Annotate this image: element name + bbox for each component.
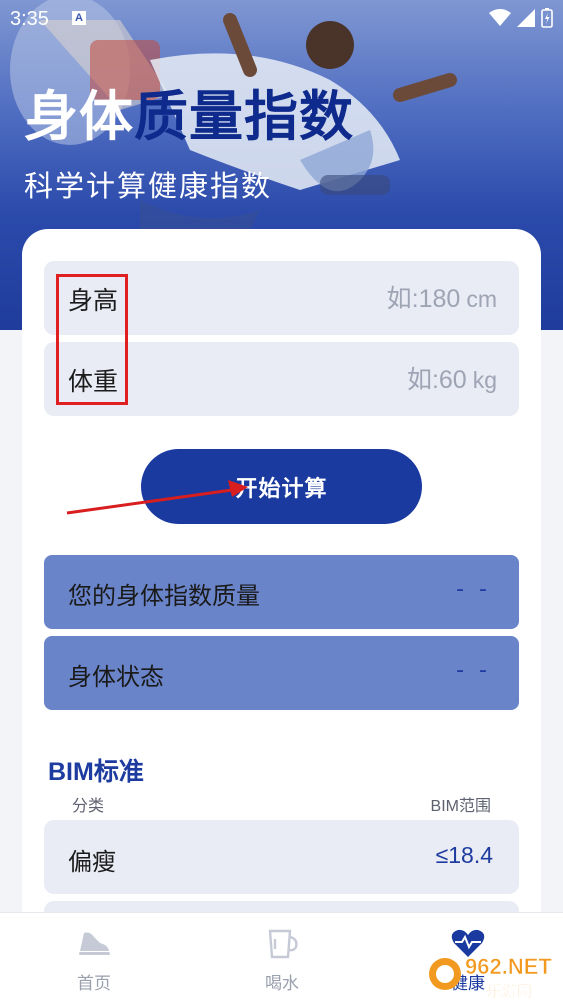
bim-row-underweight: 偏瘦 ≤18.4 xyxy=(44,820,519,894)
result-bmi-row: 您的身体指数质量 - - xyxy=(44,555,519,629)
result-status-value: - - xyxy=(456,658,491,683)
nav-health[interactable]: 健康 xyxy=(398,913,538,1003)
battery-icon xyxy=(541,8,553,28)
wifi-icon xyxy=(489,9,511,26)
bim-col-category: 分类 xyxy=(72,796,105,815)
result-status-row: 身体状态 - - xyxy=(44,636,519,710)
heart-pulse-icon xyxy=(451,929,485,957)
page-title-part2: 质量指数 xyxy=(134,85,354,148)
bim-row-category: 偏瘦 xyxy=(68,848,116,876)
bottom-nav: 首页 喝水 健康 xyxy=(0,912,563,1003)
weight-input-wrap: 如:60 kg xyxy=(407,360,497,396)
calculate-button[interactable]: 开始计算 xyxy=(141,449,422,524)
result-bmi-value: - - xyxy=(456,577,491,602)
status-time: 3:35 xyxy=(10,8,49,30)
weight-input[interactable]: 如:60 xyxy=(407,366,467,394)
result-status-label: 身体状态 xyxy=(68,663,164,691)
annotation-highlight-box xyxy=(56,274,128,405)
height-unit: cm xyxy=(466,286,497,312)
bim-row-range: ≤18.4 xyxy=(435,842,493,868)
notification-app-icon: A xyxy=(72,11,86,25)
bim-col-range: BIM范围 xyxy=(430,798,491,815)
height-input[interactable]: 如:180 xyxy=(387,285,461,313)
nav-home[interactable]: 首页 xyxy=(24,913,164,1003)
nav-home-label: 首页 xyxy=(77,974,111,994)
page-subtitle: 科学计算健康指数 xyxy=(24,169,273,203)
result-bmi-label: 您的身体指数质量 xyxy=(68,582,260,610)
nav-health-label: 健康 xyxy=(451,974,485,994)
cup-icon xyxy=(268,929,298,959)
height-input-wrap: 如:180 cm xyxy=(387,279,497,315)
nav-water-label: 喝水 xyxy=(265,974,299,994)
shoe-icon xyxy=(79,932,110,955)
nav-water[interactable]: 喝水 xyxy=(212,913,352,1003)
bim-standard-title: BIM标准 xyxy=(48,758,144,786)
page-title: 身体质量指数 xyxy=(24,84,354,150)
weight-unit: kg xyxy=(472,367,497,393)
status-bar: 3:35 A xyxy=(0,0,563,38)
page-title-part1: 身体 xyxy=(24,85,134,148)
signal-icon xyxy=(517,9,535,27)
